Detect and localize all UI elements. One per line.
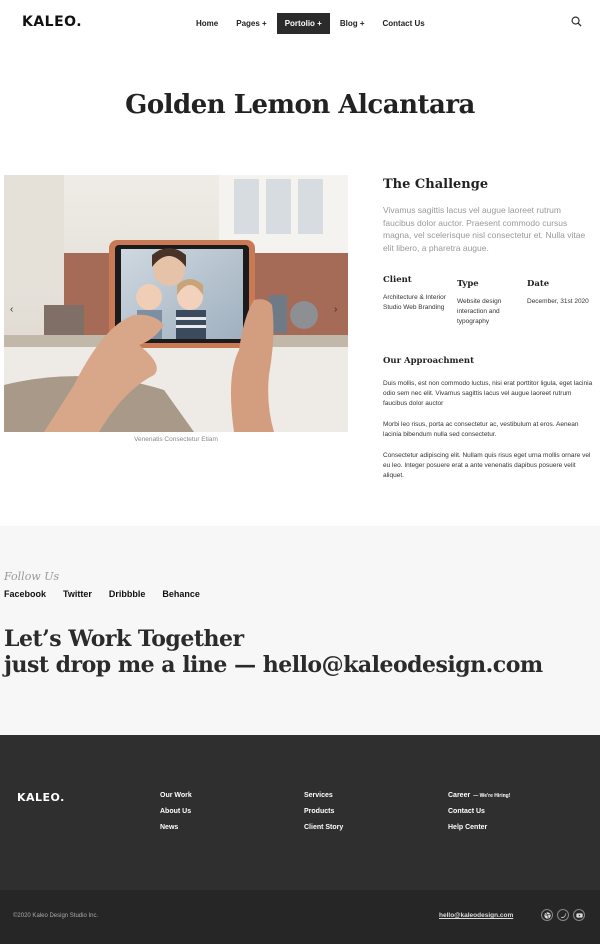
follow-label: Follow Us [4, 570, 60, 583]
site-footer: KALEO. Our Work About Us News Services P… [0, 735, 600, 944]
follow-section: Follow Us Facebook Twitter Dribbble Beha… [0, 526, 600, 735]
site-logo[interactable]: KALEO. [22, 14, 82, 30]
social-twitter-link[interactable]: Twitter [63, 589, 92, 599]
challenge-text: Vivamus sagittis lacus vel augue laoreet… [383, 205, 586, 253]
social-behance-link[interactable]: Behance [162, 589, 200, 599]
client-value: Architecture & Interior Studio Web Brand… [383, 294, 446, 311]
approach-paragraph: Morbi leo risus, porta ac consectetur ac… [383, 421, 579, 438]
career-label: Career [448, 792, 471, 799]
date-value: December, 31st 2020 [527, 298, 589, 305]
project-image [4, 175, 348, 432]
nav-blog[interactable]: Blog + [332, 13, 373, 34]
main-nav: Home Pages + Portolio + Blog + Contact U… [188, 13, 435, 34]
nav-contact[interactable]: Contact Us [375, 13, 433, 34]
challenge-title: The Challenge [383, 177, 489, 192]
footer-column-2: Services Products Client Story [304, 792, 343, 840]
type-value: Website design interaction and typograph… [457, 298, 502, 325]
footer-link-help-center[interactable]: Help Center [448, 824, 510, 831]
footer-link-news[interactable]: News [160, 824, 192, 831]
approach-title: Our Approachment [383, 356, 475, 366]
social-links: Facebook Twitter Dribbble Behance [4, 589, 217, 599]
youtube-icon[interactable] [573, 909, 585, 921]
meta-type: Type Website design interaction and typo… [457, 279, 515, 327]
copyright-text: ©2020 Kaleo Design Studio Inc. [13, 913, 99, 919]
search-icon[interactable] [571, 16, 582, 27]
footer-link-career[interactable]: Career — We're Hiring! [448, 792, 510, 799]
image-caption: Venenatis Consectetur Etiam [134, 436, 218, 443]
client-label: Client [383, 275, 412, 285]
hiring-badge: — We're Hiring! [473, 793, 511, 799]
footer-link-services[interactable]: Services [304, 792, 343, 799]
project-details: The Challenge Vivamus sagittis lacus vel… [383, 175, 593, 479]
footer-link-client-story[interactable]: Client Story [304, 824, 343, 831]
meta-date: Date December, 31st 2020 [527, 279, 599, 307]
footer-email-link[interactable]: hello@kaleodesign.com [439, 912, 513, 919]
footer-social-icons [541, 909, 589, 921]
footer-link-contact-us[interactable]: Contact Us [448, 808, 510, 815]
footer-column-3: Career — We're Hiring! Contact Us Help Ce… [448, 792, 510, 840]
dribbble-icon[interactable] [541, 909, 553, 921]
cta-email-line[interactable]: just drop me a line — hello@kaleodesign.… [4, 652, 543, 678]
next-slide-icon[interactable]: › [334, 304, 337, 315]
social-facebook-link[interactable]: Facebook [4, 589, 46, 599]
prev-slide-icon[interactable]: ‹ [10, 304, 13, 315]
footer-link-products[interactable]: Products [304, 808, 343, 815]
cta-heading: Let’s Work Together [4, 626, 244, 652]
footer-link-our-work[interactable]: Our Work [160, 792, 192, 799]
type-label: Type [457, 279, 479, 289]
footer-link-about-us[interactable]: About Us [160, 808, 192, 815]
nav-home[interactable]: Home [188, 13, 226, 34]
social-dribbble-link[interactable]: Dribbble [109, 589, 146, 599]
date-label: Date [527, 279, 550, 289]
nav-portfolio[interactable]: Portolio + [276, 13, 330, 34]
footer-column-1: Our Work About Us News [160, 792, 192, 840]
approach-paragraph: Duis mollis, est non commodo luctus, nis… [383, 380, 593, 407]
site-header: KALEO. Home Pages + Portolio + Blog + Co… [0, 0, 600, 44]
meta-client: Client Architecture & Interior Studio We… [383, 275, 449, 313]
nav-pages[interactable]: Pages + [228, 13, 274, 34]
approach-paragraph: Consectetur adipiscing elit. Nullam quis… [383, 452, 591, 479]
page-title: Golden Lemon Alcantara [125, 90, 475, 120]
twitter-icon[interactable] [557, 909, 569, 921]
footer-logo[interactable]: KALEO. [17, 791, 65, 804]
footer-bottom-bar: ©2020 Kaleo Design Studio Inc. hello@kal… [0, 890, 600, 944]
